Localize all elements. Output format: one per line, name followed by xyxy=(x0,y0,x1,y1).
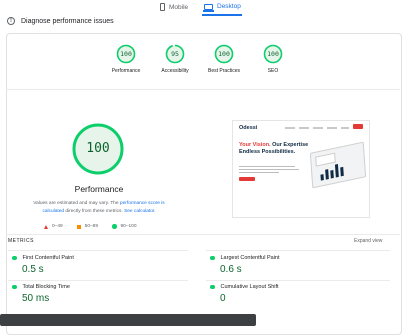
metric-value: 0.6 s xyxy=(220,264,242,275)
gauge-label: Accessibility xyxy=(161,68,189,74)
note-text: Values are estimated and may vary. The xyxy=(33,201,120,206)
mockup-bar xyxy=(334,164,339,178)
mockup-panel xyxy=(315,152,336,167)
performance-title: Performance xyxy=(74,184,124,194)
metric-name: Cumulative Layout Shift xyxy=(220,284,279,290)
performance-score-value: 100 xyxy=(86,141,110,156)
green-circle-icon xyxy=(12,255,17,261)
mobile-phone-icon xyxy=(160,3,165,11)
metric-value: 0 xyxy=(220,293,226,304)
legend-range: 90–100 xyxy=(120,224,137,229)
legend-pass: 90–100 xyxy=(112,224,137,229)
nav-placeholder xyxy=(299,127,309,129)
gauge-performance[interactable]: 100 Performance xyxy=(101,44,151,74)
metric-lcp: Largest Contentful Paint 0.6 s xyxy=(210,255,390,275)
metric-cls: Cumulative Layout Shift 0 xyxy=(210,284,390,304)
gauge-label: SEO xyxy=(267,68,279,74)
see-calculator-link[interactable]: See calculator. xyxy=(124,209,155,214)
gauge-value: 100 xyxy=(267,50,279,58)
thumbnail-nav-button xyxy=(353,124,363,129)
gauge-best-practices[interactable]: 100 Best Practices xyxy=(199,44,249,74)
gauge-label: Performance xyxy=(111,68,141,74)
divider xyxy=(206,280,390,281)
nav-placeholder xyxy=(313,127,323,129)
diagnose-title: Diagnose performance issues xyxy=(21,17,114,25)
score-gauges: 100 Performance 95 Accessibility 100 Bes… xyxy=(0,44,412,84)
nav-placeholder xyxy=(327,127,337,129)
orange-square-icon xyxy=(76,224,81,229)
metric-name: First Contentful Paint xyxy=(22,255,74,261)
note-text: directly from these metrics. xyxy=(64,209,125,214)
metric-tbt: Total Blocking Time 50 ms xyxy=(12,284,192,304)
gauge-value: 95 xyxy=(171,50,179,58)
score-legend: 0–49 50–89 90–100 xyxy=(44,224,137,229)
toast-bar xyxy=(0,314,256,326)
gauge-seo[interactable]: 100 SEO xyxy=(248,44,298,74)
desktop-tab[interactable]: Desktop xyxy=(203,3,241,12)
green-circle-icon xyxy=(12,284,17,290)
divider xyxy=(6,234,400,235)
mobile-tab-label: Mobile xyxy=(169,3,189,11)
metrics-heading: METRICS xyxy=(8,238,34,244)
gauge-accessibility[interactable]: 95 Accessibility xyxy=(150,44,200,74)
page-screenshot-thumbnail[interactable]: Odessi Your Vision. Our Expertise Endles… xyxy=(232,120,370,218)
red-triangle-icon xyxy=(44,224,48,229)
legend-fail: 0–49 xyxy=(44,224,63,229)
desktop-tab-label: Desktop xyxy=(217,3,241,10)
divider xyxy=(206,250,390,251)
metric-value: 50 ms xyxy=(22,293,50,304)
gauge-value: 100 xyxy=(218,50,230,58)
metric-fcp: First Contentful Paint 0.5 s xyxy=(12,255,192,275)
mockup-bar xyxy=(340,166,344,177)
green-circle-icon xyxy=(112,224,117,229)
legend-average: 50–89 xyxy=(76,224,99,229)
mockup-bar xyxy=(320,174,324,181)
legend-range: 0–49 xyxy=(52,224,63,229)
thumbnail-cta-button xyxy=(239,177,255,181)
expand-view-button[interactable]: Expand view xyxy=(354,238,382,244)
metric-value: 0.5 s xyxy=(22,264,44,275)
divider xyxy=(8,280,188,281)
gauge-value: 100 xyxy=(120,50,132,58)
nav-placeholder xyxy=(285,127,295,129)
dashboard-mockup-image xyxy=(309,141,367,189)
divider xyxy=(6,89,400,90)
divider xyxy=(8,250,188,251)
diagnose-header: ! Diagnose performance issues xyxy=(7,17,114,25)
gauge-label: Best Practices xyxy=(208,68,240,74)
thumbnail-headline: Your Vision. Our Expertise Endless Possi… xyxy=(239,142,311,155)
device-toggle: Mobile Desktop xyxy=(0,0,412,16)
green-circle-icon xyxy=(210,255,215,261)
mockup-bar xyxy=(330,170,334,179)
metric-name: Largest Contentful Paint xyxy=(220,255,280,261)
active-tab-indicator xyxy=(202,14,242,16)
legend-range: 50–89 xyxy=(84,224,99,229)
mockup-bar xyxy=(325,169,329,180)
mobile-tab[interactable]: Mobile xyxy=(160,3,188,11)
info-icon: ! xyxy=(7,17,15,25)
paragraph-placeholder xyxy=(239,166,295,168)
paragraph-placeholder xyxy=(239,172,279,174)
metric-name: Total Blocking Time xyxy=(22,284,70,290)
green-circle-icon xyxy=(210,284,215,290)
score-note: Values are estimated and may vary. The p… xyxy=(24,200,174,216)
thumbnail-logo: Odessi xyxy=(239,125,258,131)
nav-placeholder xyxy=(341,127,349,129)
paragraph-placeholder xyxy=(239,169,299,171)
desktop-monitor-icon xyxy=(203,3,214,12)
headline-accent: Your Vision. xyxy=(239,142,271,148)
